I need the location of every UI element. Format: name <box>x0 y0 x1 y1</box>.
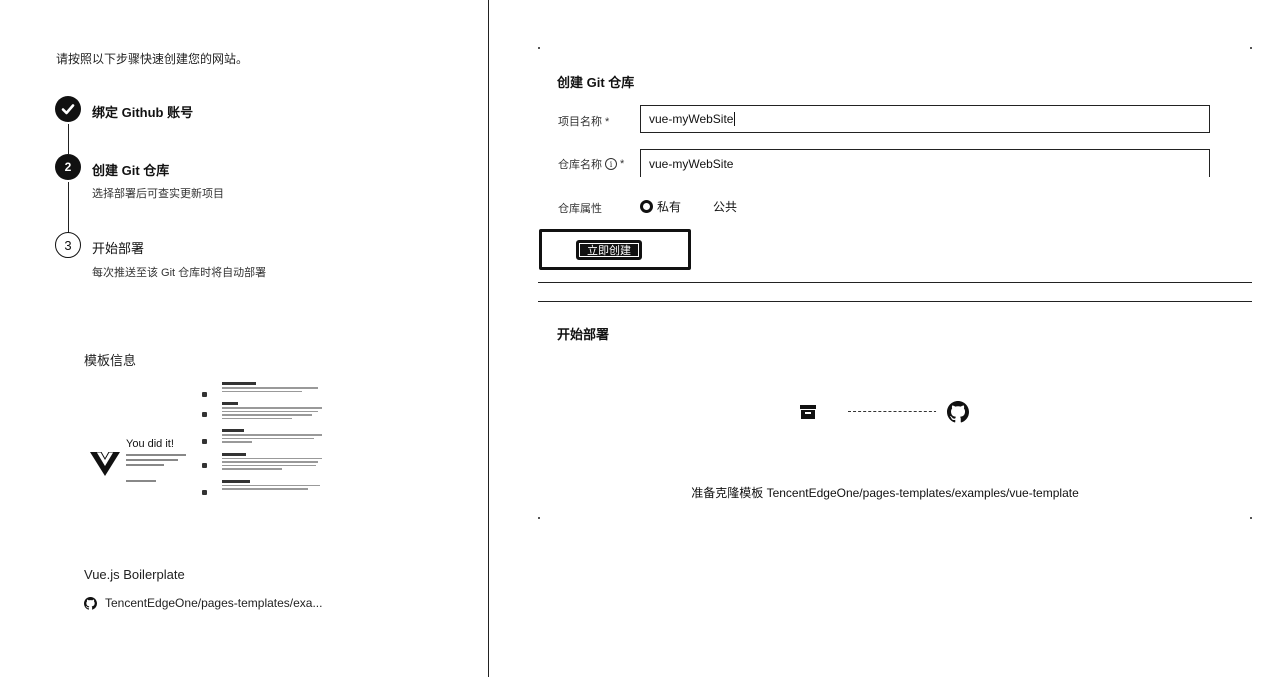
check-circle-icon <box>55 96 81 122</box>
project-name-label: 项目名称 * <box>558 116 610 128</box>
github-icon <box>947 401 969 423</box>
repo-name-input[interactable]: vue-myWebSite <box>640 149 1210 177</box>
left-panel: 请按照以下步骤快速创建您的网站。 绑定 Github 账号 2 创建 Git 仓… <box>0 0 489 677</box>
radio-selected-icon <box>640 200 653 213</box>
info-icon[interactable]: i <box>605 158 617 170</box>
template-name: Vue.js Boilerplate <box>84 567 185 582</box>
preview-text-lines <box>126 454 188 485</box>
step-title: 创建 Git 仓库 <box>92 163 170 178</box>
preview-feature-list <box>200 382 326 500</box>
step-connector <box>68 182 69 238</box>
step-description: 选择部署后可查实更新项目 <box>92 188 224 200</box>
repo-name-value: vue-myWebSite <box>649 156 734 171</box>
repo-node <box>786 390 830 434</box>
right-panel: 创建 Git 仓库 项目名称 * vue-myWebSite 仓库名称 i * … <box>490 0 1280 677</box>
divider <box>538 301 1252 302</box>
repo-name-label-text: 仓库名称 <box>558 159 602 171</box>
corner-mark <box>538 517 540 519</box>
template-repo-text: TencentEdgeOne/pages-templates/exa... <box>105 596 323 610</box>
template-heading: 模板信息 <box>84 353 137 368</box>
step-number-badge: 2 <box>55 154 81 180</box>
step-connector <box>68 124 69 154</box>
divider <box>538 282 1252 283</box>
create-now-button[interactable]: 立即创建 <box>576 240 642 260</box>
step-number-badge: 3 <box>55 232 81 258</box>
github-node <box>936 390 980 434</box>
clone-flow-diagram <box>786 390 982 436</box>
intro-text: 请按照以下步骤快速创建您的网站。 <box>56 52 249 66</box>
visibility-label: 仓库属性 <box>558 203 602 215</box>
deploy-button-focus-ring: 立即创建 <box>539 229 691 270</box>
step-title: 绑定 Github 账号 <box>92 105 194 120</box>
create-repo-title: 创建 Git 仓库 <box>557 75 635 90</box>
preview-title: You did it! <box>126 438 174 450</box>
deploy-title: 开始部署 <box>557 327 610 342</box>
text-caret <box>734 112 736 126</box>
project-name-value: vue-myWebSite <box>649 112 734 126</box>
radio-private-label: 私有 <box>657 200 682 214</box>
corner-mark <box>538 47 540 49</box>
template-preview-image: You did it! <box>88 382 328 550</box>
project-name-input[interactable]: vue-myWebSite <box>640 105 1210 133</box>
repo-name-label: 仓库名称 i * <box>558 156 624 172</box>
step-start-deploy: 3 开始部署 每次推送至该 Git 仓库时将自动部署 <box>55 232 455 302</box>
radio-public[interactable]: 公共 <box>713 198 737 215</box>
corner-mark <box>1250 517 1252 519</box>
corner-mark <box>1250 47 1252 49</box>
github-icon <box>84 596 97 610</box>
steps-list: 绑定 Github 账号 2 创建 Git 仓库 选择部署后可查实更新项目 3 … <box>55 96 455 302</box>
radio-private[interactable]: 私有 <box>640 198 681 215</box>
required-mark: * <box>620 158 625 170</box>
vue-logo-icon <box>90 452 120 476</box>
visibility-radio-group: 私有 公共 <box>640 198 769 215</box>
archive-icon <box>800 405 816 419</box>
step-create-repo: 2 创建 Git 仓库 选择部署后可查实更新项目 <box>55 154 455 238</box>
radio-public-label: 公共 <box>713 200 738 214</box>
flow-connector <box>848 411 942 412</box>
step-title: 开始部署 <box>92 241 145 256</box>
clone-status-text: 准备克隆模板 TencentEdgeOne/pages-templates/ex… <box>691 486 1079 500</box>
template-repo-link[interactable]: TencentEdgeOne/pages-templates/exa... <box>84 596 322 610</box>
step-description: 每次推送至该 Git 仓库时将自动部署 <box>92 267 267 279</box>
